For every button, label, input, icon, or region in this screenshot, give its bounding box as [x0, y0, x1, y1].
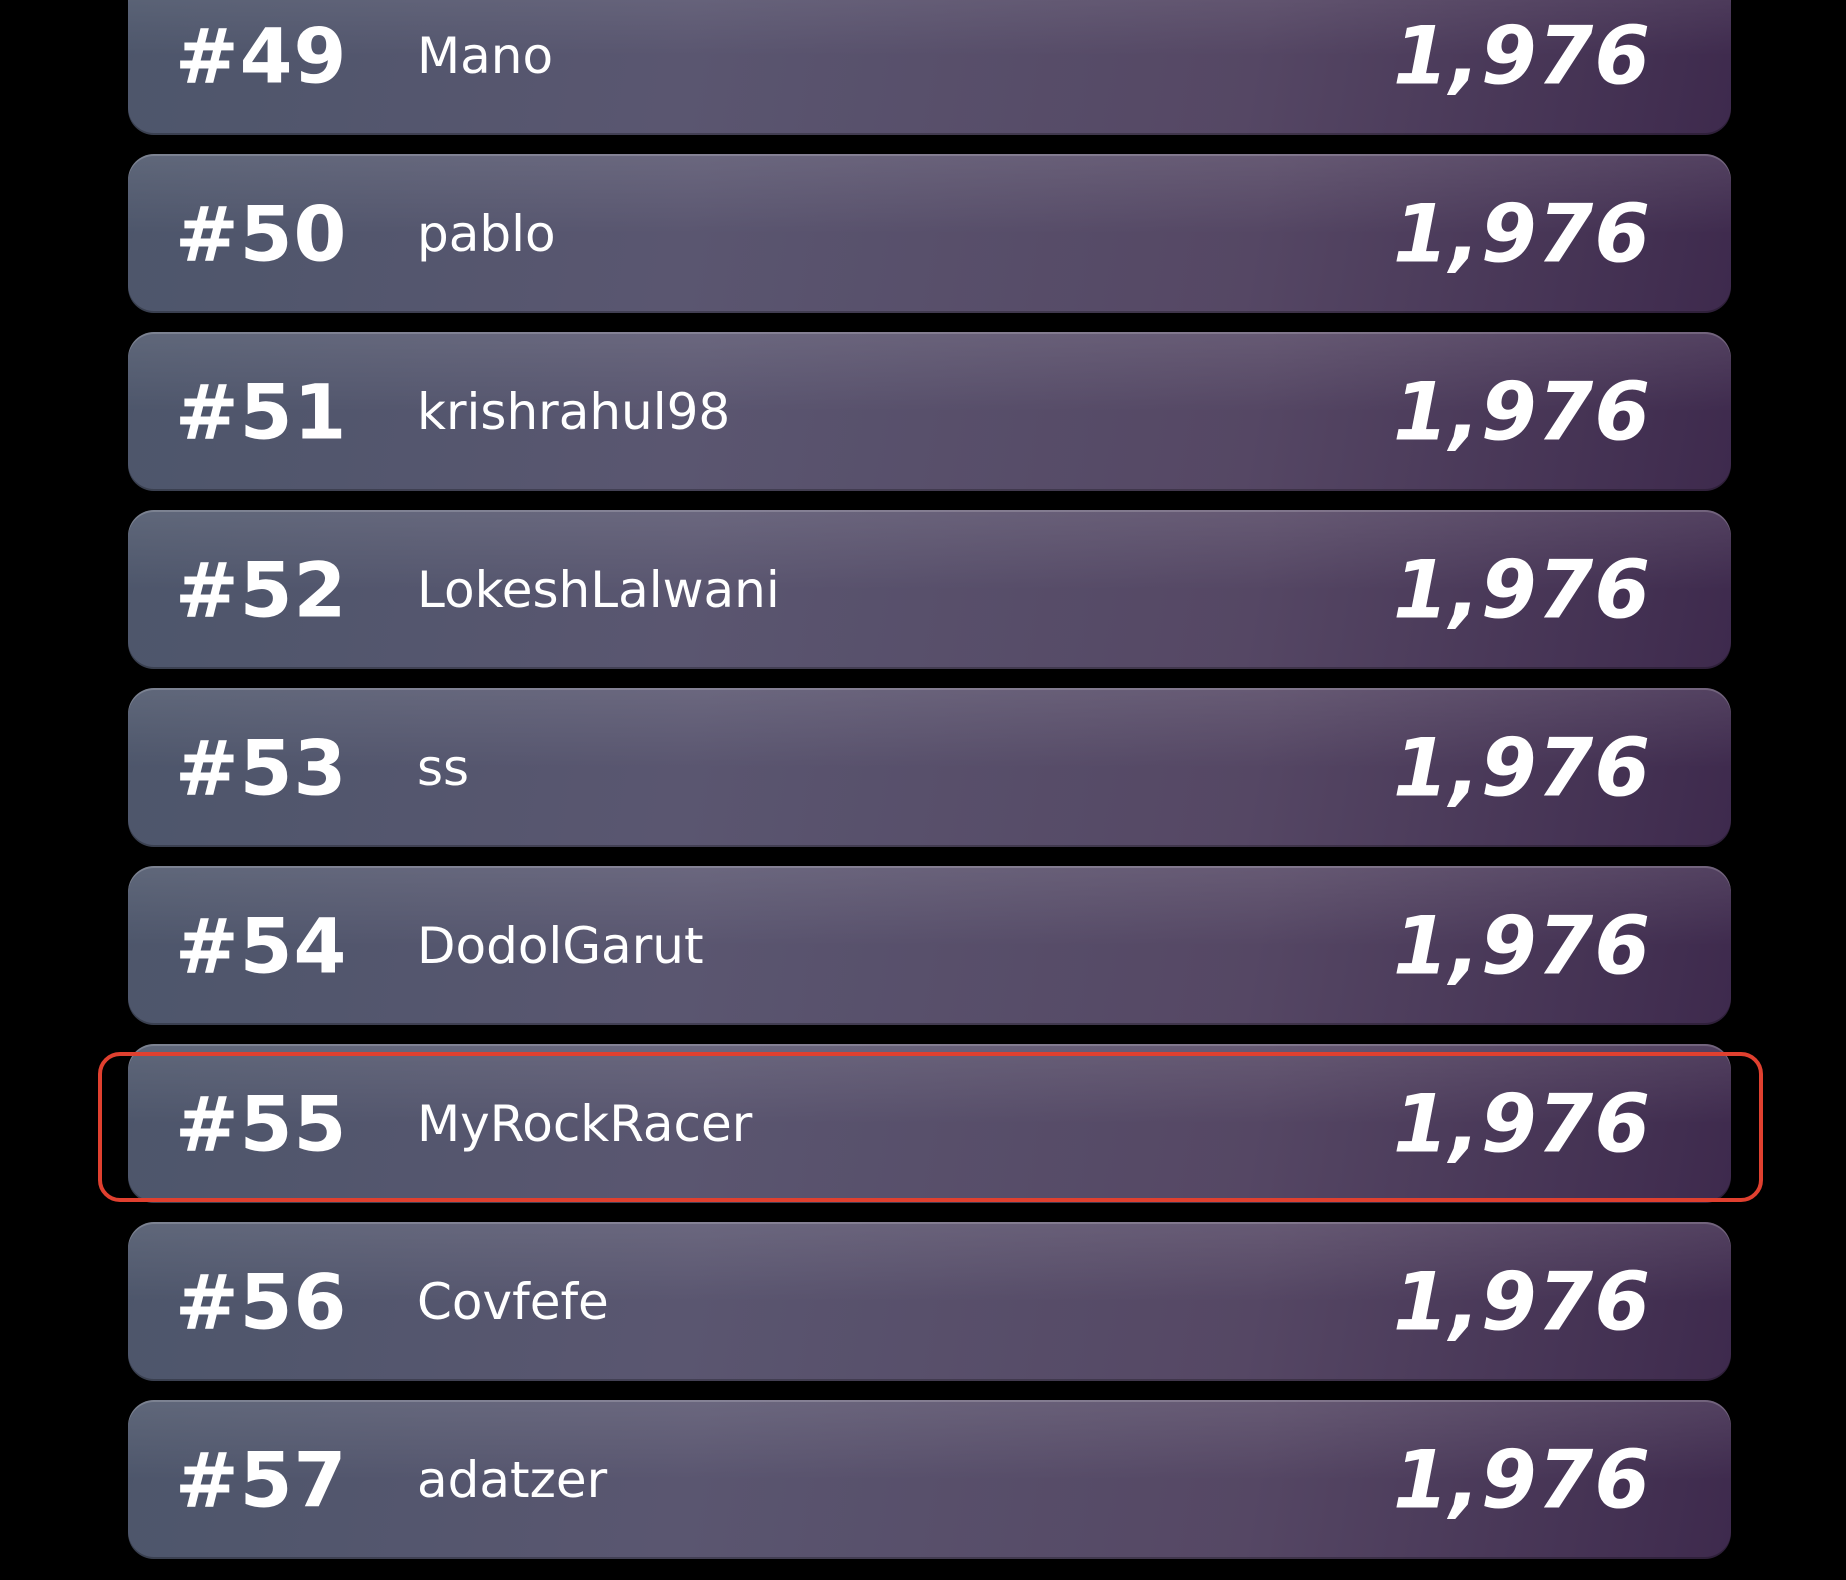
rank-label: #53 [175, 723, 348, 812]
leaderboard-row[interactable]: #49 Mano 1,976 [128, 0, 1731, 135]
player-score: 1,976 [1392, 1077, 1651, 1170]
player-name: DodolGarut [417, 916, 704, 975]
rank-label: #55 [175, 1079, 348, 1168]
leaderboard-list: #49 Mano 1,976 #50 pablo 1,976 #51 krish… [0, 0, 1846, 1580]
player-name: MyRockRacer [417, 1094, 753, 1153]
rank-label: #54 [175, 901, 348, 990]
rank-label: #51 [175, 367, 348, 456]
rank-label: #49 [175, 11, 348, 100]
player-score: 1,976 [1392, 1433, 1651, 1526]
player-name: LokeshLalwani [417, 560, 780, 619]
player-name: adatzer [417, 1450, 608, 1509]
player-score: 1,976 [1392, 543, 1651, 636]
player-name: Covfefe [417, 1272, 609, 1331]
leaderboard-row[interactable]: #54 DodolGarut 1,976 [128, 866, 1731, 1025]
leaderboard-row[interactable]: #52 LokeshLalwani 1,976 [128, 510, 1731, 669]
leaderboard-row-current-player[interactable]: #55 MyRockRacer 1,976 [128, 1044, 1731, 1203]
player-score: 1,976 [1392, 721, 1651, 814]
player-name: krishrahul98 [417, 382, 731, 441]
player-name: Mano [417, 26, 554, 85]
rank-label: #50 [175, 189, 348, 278]
leaderboard-row[interactable]: #57 adatzer 1,976 [128, 1400, 1731, 1559]
leaderboard-row[interactable]: #51 krishrahul98 1,976 [128, 332, 1731, 491]
player-score: 1,976 [1392, 9, 1651, 102]
leaderboard-row[interactable]: #50 pablo 1,976 [128, 154, 1731, 313]
player-score: 1,976 [1392, 365, 1651, 458]
rank-label: #56 [175, 1257, 348, 1346]
player-score: 1,976 [1392, 187, 1651, 280]
player-name: pablo [417, 204, 556, 263]
player-name: ss [417, 738, 470, 797]
player-score: 1,976 [1392, 1255, 1651, 1348]
leaderboard-row[interactable]: #56 Covfefe 1,976 [128, 1222, 1731, 1381]
rank-label: #52 [175, 545, 348, 634]
player-score: 1,976 [1392, 899, 1651, 992]
leaderboard-row[interactable]: #53 ss 1,976 [128, 688, 1731, 847]
rank-label: #57 [175, 1435, 348, 1524]
